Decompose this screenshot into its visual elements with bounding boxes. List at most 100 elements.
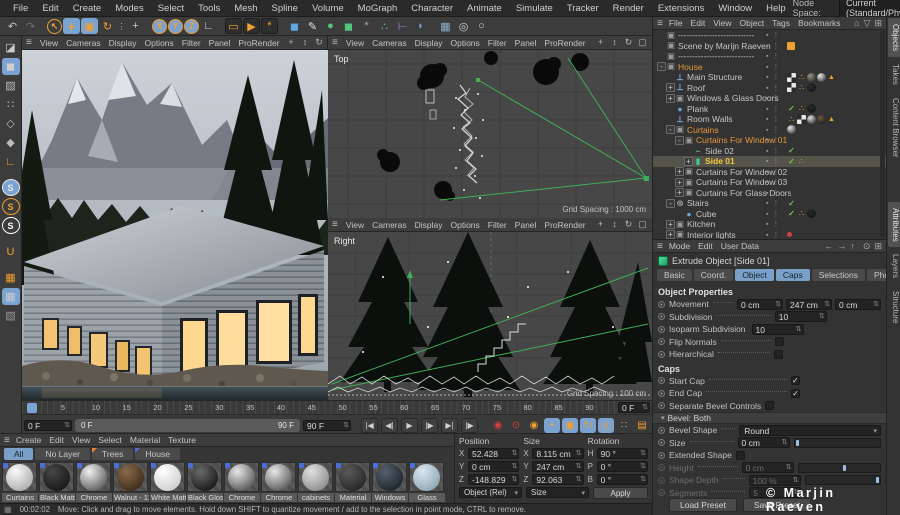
position-field[interactable]: 0 cm	[468, 461, 519, 472]
key-rotation-button[interactable]: ↻	[580, 418, 596, 433]
attribute-tab[interactable]: Caps	[776, 269, 810, 281]
menu-item[interactable]: Select	[151, 3, 191, 14]
attribute-tab[interactable]: Basic	[657, 269, 692, 281]
object-row[interactable]: Main Structure	[653, 72, 886, 83]
top-ortho-scene[interactable]: Top Grid Spacing : 1000 cm	[328, 50, 652, 218]
menu-item[interactable]: Simulate	[509, 3, 560, 14]
keyframe-dot-icon[interactable]	[658, 402, 665, 409]
edge-mode-icon[interactable]: ◇	[2, 115, 20, 132]
expand-toggle-icon[interactable]: -	[666, 125, 675, 134]
material-item[interactable]: Windows	[372, 462, 408, 502]
floor-icon[interactable]: ▦	[437, 18, 454, 34]
spline-pen-icon[interactable]: ✎	[304, 18, 321, 34]
keyframe-dot-icon[interactable]	[658, 452, 665, 459]
expand-toggle-icon[interactable]	[675, 209, 684, 218]
attribute-tab[interactable]: Phong	[867, 269, 886, 281]
movement-z-field[interactable]: 0 cm	[835, 299, 881, 310]
viewport-menu-item[interactable]: Display	[105, 38, 141, 48]
key-parameter-button[interactable]: Ⓟ	[598, 418, 614, 433]
object-row[interactable]: + Roof	[653, 83, 886, 94]
expand-toggle-icon[interactable]: -	[675, 136, 684, 145]
panel-tab[interactable]: Attributes	[888, 202, 900, 248]
object-tag-icon[interactable]	[807, 104, 816, 113]
keyframe-dot-icon[interactable]	[658, 377, 665, 384]
rotation-field[interactable]: 0 °	[597, 461, 648, 472]
axis-mode-icon[interactable]: ∟	[2, 153, 20, 170]
lock-y-axis-icon[interactable]: Y	[168, 19, 183, 34]
material-menu-item[interactable]: Texture	[164, 435, 200, 445]
viewport-menu-item[interactable]: Panel	[511, 220, 541, 230]
object-tag-icon[interactable]	[817, 73, 826, 82]
hamburger-icon[interactable]: ≡	[332, 219, 338, 230]
attribute-tab[interactable]: Coord.	[694, 269, 734, 281]
visibility-toggle[interactable]	[766, 199, 782, 207]
volume-builder-icon[interactable]: ◼	[340, 18, 357, 34]
menu-item[interactable]: Tracker	[560, 3, 606, 14]
range-end-field[interactable]: 90 F	[303, 420, 351, 431]
material-thumbnail[interactable]	[409, 462, 444, 492]
menu-item[interactable]: File	[6, 3, 35, 14]
preview-range-slider[interactable]: 0 F 90 F	[75, 419, 300, 432]
expand-toggle-icon[interactable]: +	[666, 94, 675, 103]
keyframe-dot-icon[interactable]	[658, 390, 665, 397]
viewport-menu-item[interactable]: View	[342, 38, 368, 48]
material-thumbnail[interactable]	[372, 462, 407, 492]
object-manager-menu-item[interactable]: View	[709, 18, 735, 28]
visibility-toggle[interactable]	[766, 178, 782, 186]
magnet-snap-icon[interactable]: U	[2, 243, 20, 260]
menu-item[interactable]: Create	[66, 3, 109, 14]
keyframe-dot-icon[interactable]	[658, 338, 665, 345]
visibility-toggle[interactable]	[766, 84, 782, 92]
autokey-button[interactable]: ◉	[526, 418, 542, 433]
viewport-menu-item[interactable]: ProRender	[540, 220, 589, 230]
camera-icon[interactable]: ◎	[455, 18, 472, 34]
panel-tab[interactable]: Layers	[888, 248, 900, 284]
model-mode-icon[interactable]: ◼	[2, 58, 20, 75]
timeline-mode-button[interactable]: ▤	[634, 418, 650, 433]
object-manager-menu-item[interactable]: Edit	[687, 18, 710, 28]
menu-item[interactable]: Help	[759, 3, 793, 14]
attribute-menu-item[interactable]: Edit	[694, 241, 717, 251]
render-picture-viewer-icon[interactable]: ▶	[243, 18, 260, 34]
undo-icon[interactable]: ↶	[4, 18, 21, 34]
bevel-size-field[interactable]: 0 cm	[738, 437, 790, 448]
cube-primitive-icon[interactable]: ◼	[286, 18, 303, 34]
expand-toggle-icon[interactable]: +	[666, 230, 675, 239]
object-row[interactable]: + Interior lights	[653, 230, 886, 241]
object-row[interactable]: + Windows & Glass Doors	[653, 93, 886, 104]
expand-toggle-icon[interactable]	[666, 73, 675, 82]
viewport-menu-item[interactable]: Options	[446, 38, 483, 48]
next-frame-button[interactable]: |▶	[421, 418, 438, 433]
visibility-toggle[interactable]	[766, 231, 782, 239]
rotate-view-icon[interactable]: ↻	[623, 219, 634, 230]
layer-tab[interactable]: Trees	[92, 448, 133, 460]
menu-item[interactable]: Animate	[460, 3, 509, 14]
object-tag-icon[interactable]	[787, 199, 796, 208]
object-row[interactable]: - Stairs	[653, 198, 886, 209]
timeline-ruler[interactable]: 051015202530354045505560657075808590 0 F	[22, 401, 652, 415]
deformer-icon[interactable]: ◗	[412, 18, 429, 34]
console-icon[interactable]: ▦	[4, 505, 12, 514]
hamburger-icon[interactable]: ≡	[4, 435, 10, 446]
object-tag-icon[interactable]	[797, 104, 806, 113]
hamburger-icon[interactable]: ≡	[657, 241, 663, 252]
rotate-icon[interactable]: ↻	[99, 18, 116, 34]
filter-icon[interactable]: ▽	[864, 18, 871, 29]
scale-icon[interactable]: ▣	[81, 18, 98, 34]
object-tag-icon[interactable]	[827, 73, 836, 82]
attribute-tab[interactable]: Object	[735, 269, 774, 281]
rendered-scene[interactable]	[22, 50, 328, 400]
expand-toggle-icon[interactable]: +	[666, 83, 675, 92]
object-tag-icon[interactable]	[797, 83, 806, 92]
object-tag-icon[interactable]	[787, 232, 792, 237]
workplane-transform-icon[interactable]: ▧	[2, 307, 20, 324]
viewport-menu-item[interactable]: Display	[411, 220, 447, 230]
visibility-toggle[interactable]	[766, 73, 782, 81]
object-row[interactable]: Cube	[653, 209, 886, 220]
right-ortho-scene[interactable]: Right Grid Spacing : 100 cm	[328, 232, 652, 400]
object-row[interactable]: - House	[653, 62, 886, 73]
maximize-view-icon[interactable]: ▢	[637, 37, 648, 48]
size-field[interactable]: 92.063 cm	[532, 474, 583, 485]
hamburger-icon[interactable]: ≡	[26, 37, 32, 48]
pan-view-icon[interactable]: +	[286, 37, 297, 48]
